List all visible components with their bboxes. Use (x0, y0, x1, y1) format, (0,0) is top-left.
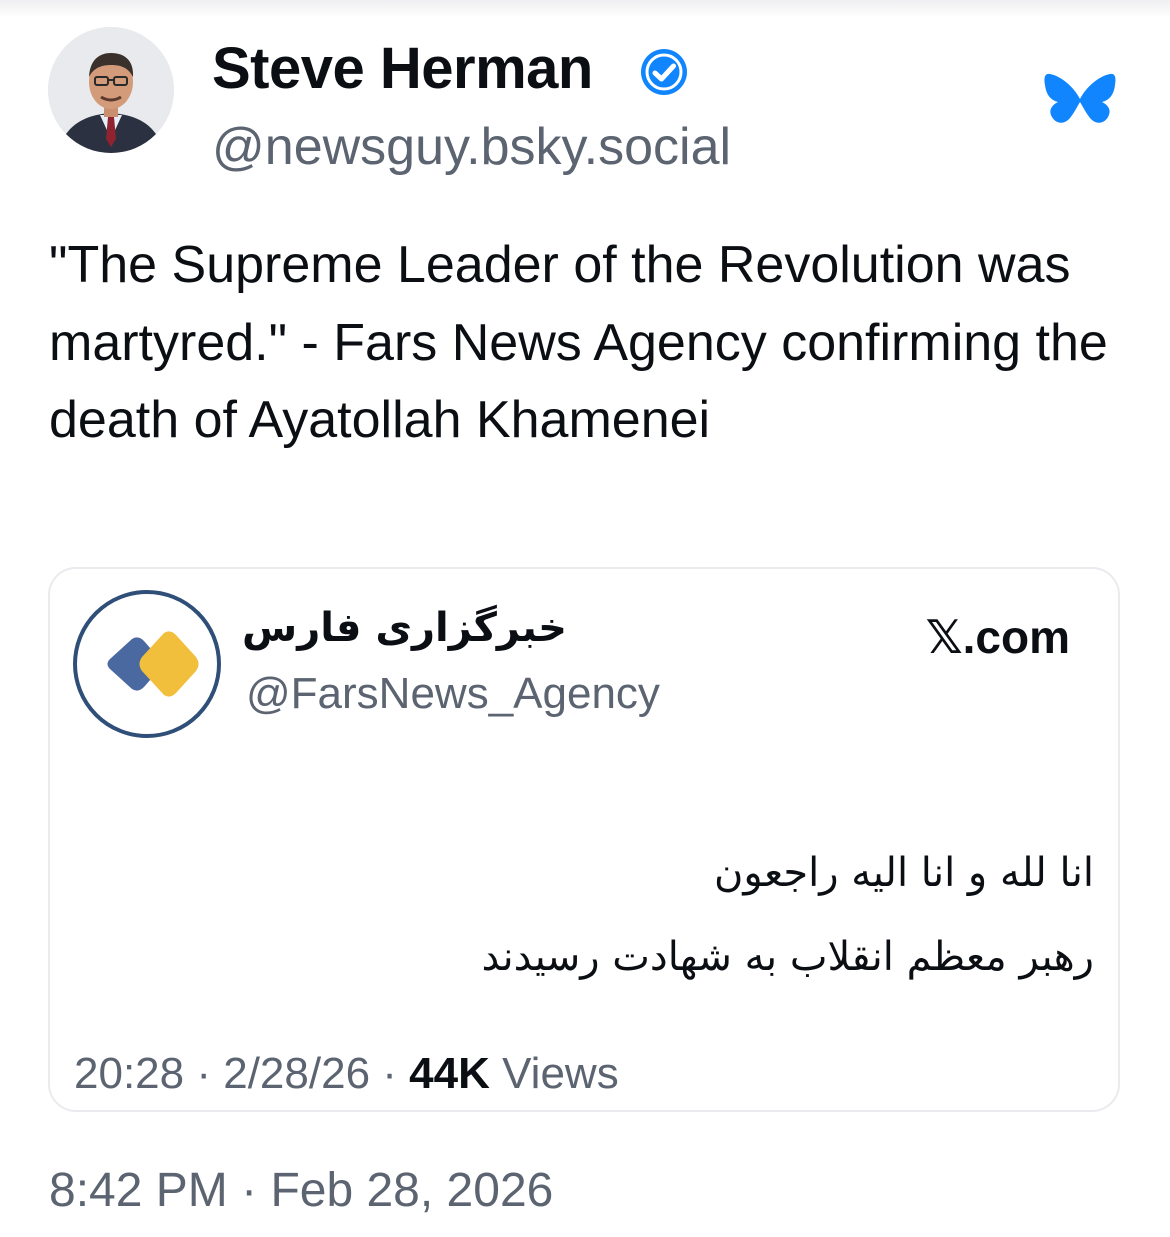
post-date: Feb 28, 2026 (270, 1164, 554, 1217)
post-text: "The Supreme Leader of the Revolution wa… (49, 236, 1108, 449)
embed-body-line-2: رهبر معظم انقلاب به شهادت رسیدند (481, 934, 1095, 980)
author-handle[interactable]: @newsguy.bsky.social (212, 116, 731, 178)
post-meta-separator: · (241, 1164, 258, 1217)
embed-date: 2/28/26 (223, 1049, 371, 1098)
post-time: 8:42 PM (49, 1164, 228, 1217)
avatar-photo (48, 27, 174, 153)
embed-separator: · (382, 1049, 397, 1098)
author-avatar[interactable] (48, 27, 174, 153)
post-timestamp[interactable]: 8:42 PM · Feb 28, 2026 (49, 1162, 553, 1220)
embed-body-line-1: انا لله و انا الیه راجعون (714, 850, 1094, 896)
verified-badge-icon (641, 49, 687, 95)
embed-body: انا لله و انا الیه راجعون رهبر معظم انقل… (194, 831, 1095, 999)
bluesky-butterfly-icon[interactable] (1044, 72, 1116, 136)
quoted-post-card[interactable]: خبرگزاری فارس @FarsNews_Agency 𝕏.com انا… (48, 567, 1120, 1112)
top-fade (0, 0, 1170, 18)
embed-views-label: Views (502, 1049, 619, 1098)
embed-views-count: 44K (409, 1049, 490, 1098)
embed-meta: 20:28 · 2/28/26 · 44K Views (74, 1047, 619, 1101)
embed-source-label[interactable]: 𝕏.com (926, 609, 1070, 665)
embed-account-name[interactable]: خبرگزاری فارس (242, 599, 567, 657)
embed-time: 20:28 (74, 1049, 185, 1098)
embed-account-handle[interactable]: @FarsNews_Agency (246, 667, 660, 721)
author-name[interactable]: Steve Herman (212, 36, 593, 102)
fars-news-logo-icon (73, 590, 221, 738)
embed-separator: · (196, 1049, 211, 1098)
